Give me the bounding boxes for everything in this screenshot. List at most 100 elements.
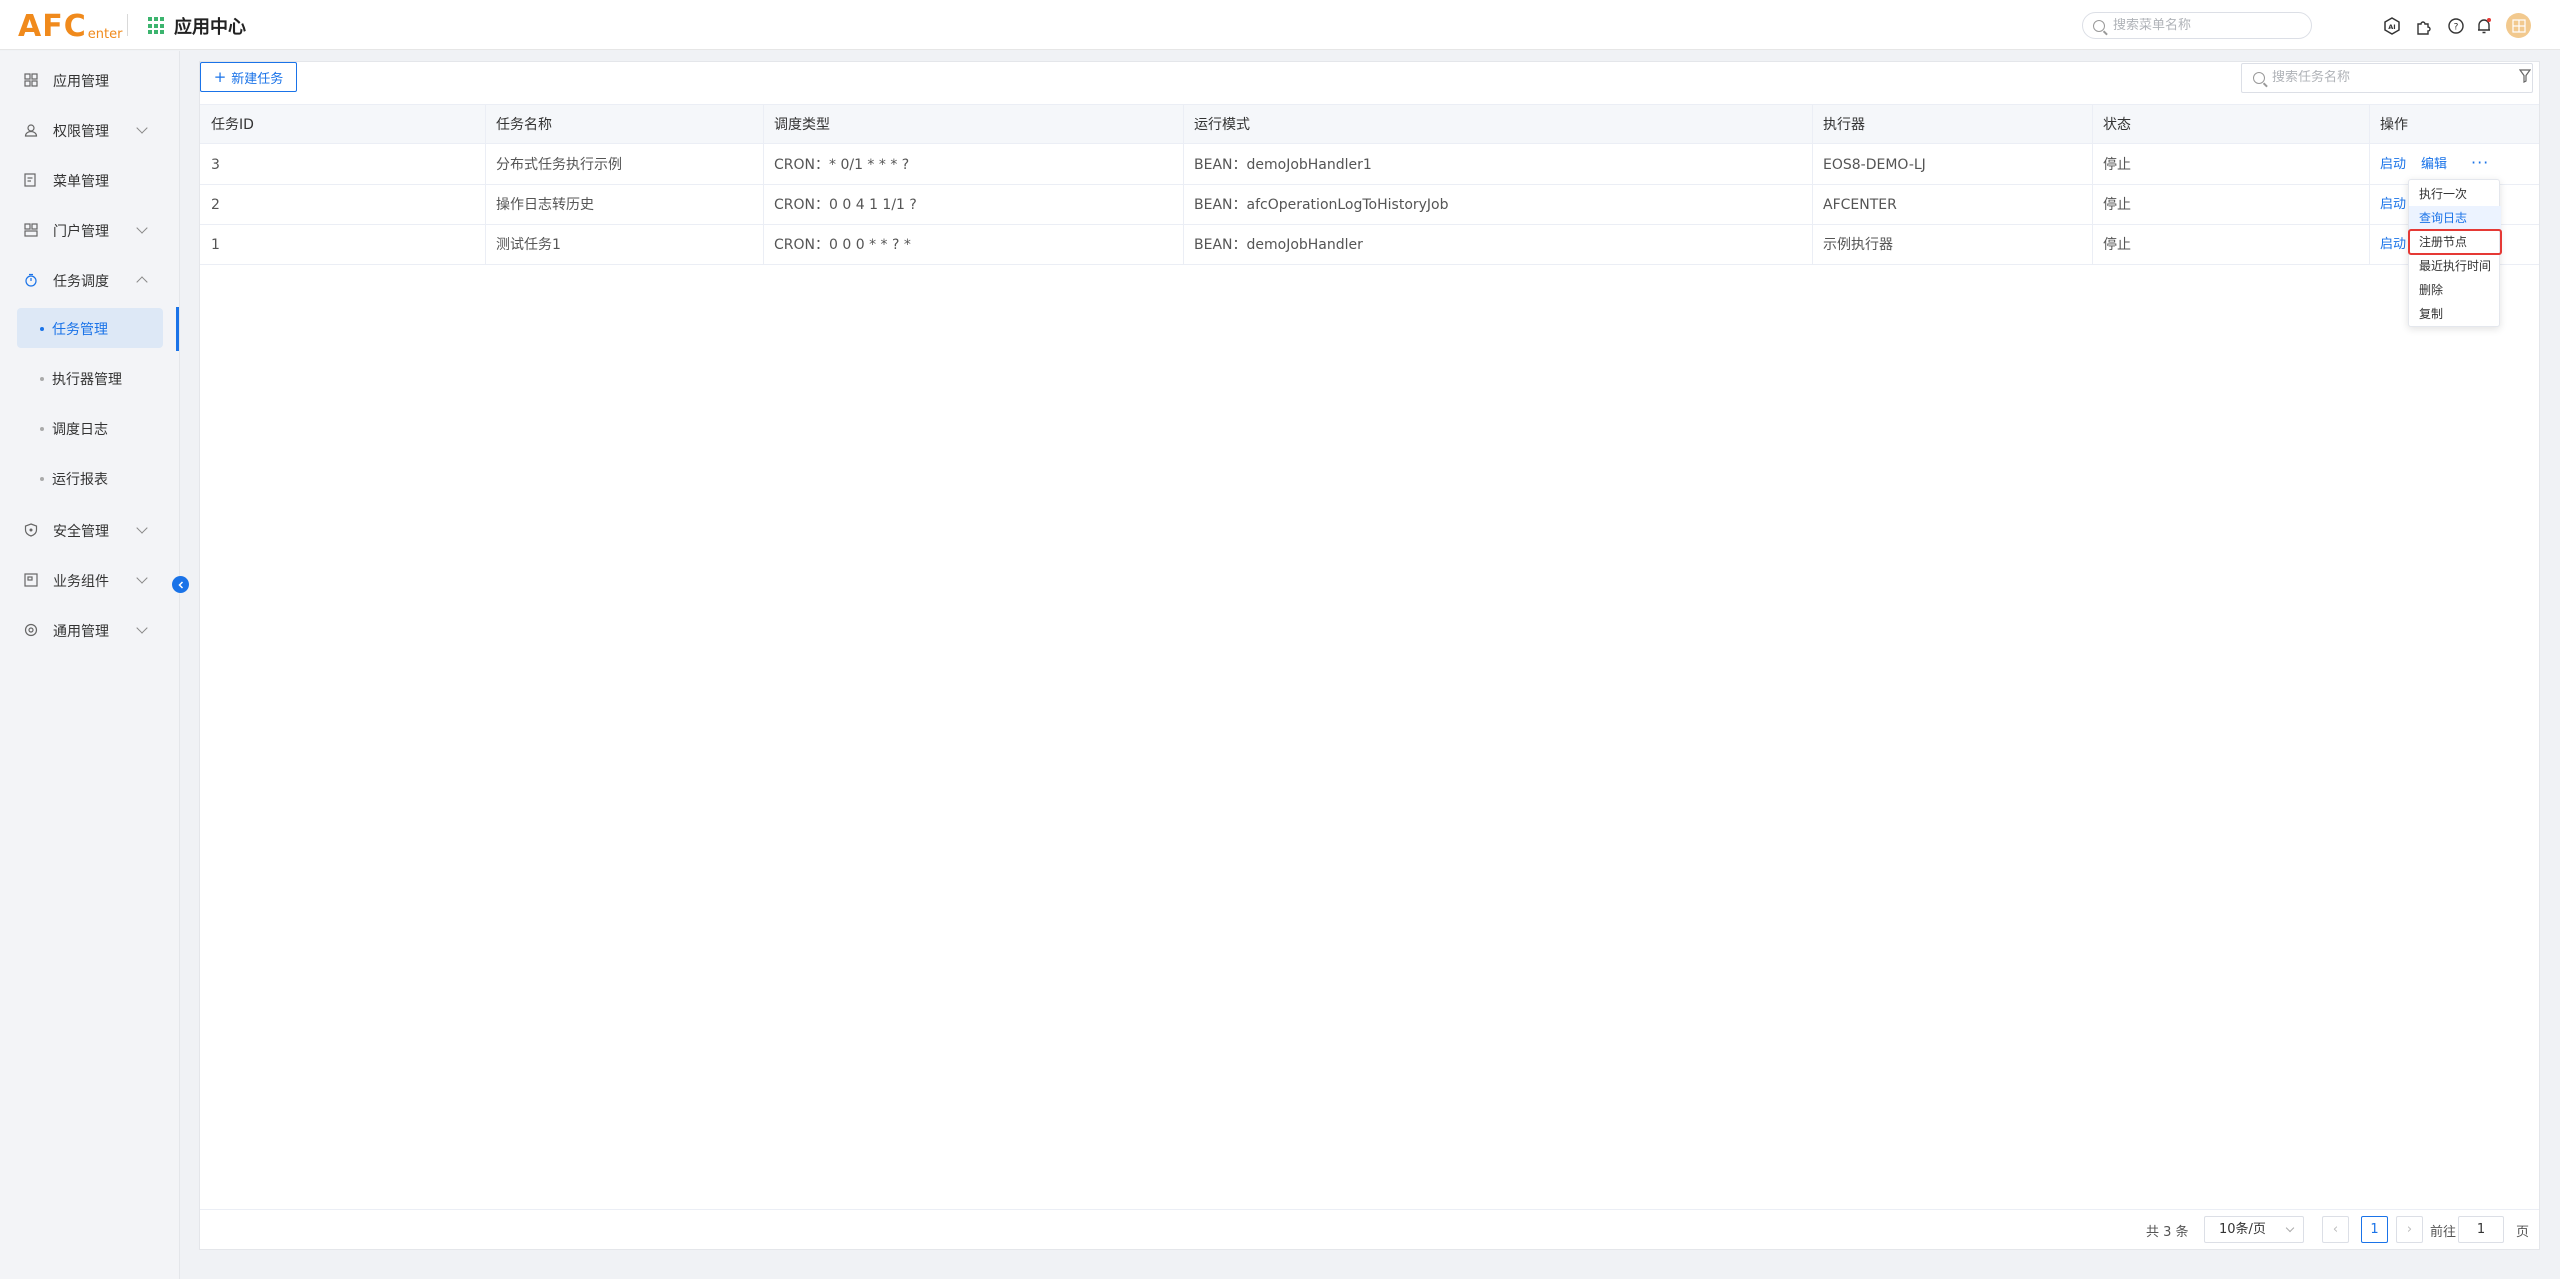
sidebar: 应用管理 权限管理 菜单管理 门户管理 任务调度 任务管理 执行器管理 调度日志… <box>0 51 180 1279</box>
start-link[interactable]: 启动 <box>2380 185 2406 225</box>
cell-task-name: 测试任务1 <box>496 237 561 253</box>
page-1-button[interactable]: 1 <box>2361 1216 2388 1243</box>
cell-task-id: 3 <box>211 157 220 173</box>
new-task-label: 新建任务 <box>231 71 284 87</box>
sidebar-item-business-component[interactable]: 业务组件 <box>0 560 180 600</box>
bullet-dot <box>40 427 44 431</box>
table-row: 2 操作日志转历史 CRON：0 0 4 1 1/1 ? BEAN：afcOpe… <box>200 185 2539 225</box>
search-icon <box>2093 20 2105 32</box>
task-search-input[interactable] <box>2272 70 2492 85</box>
menu-item-run-once[interactable]: 执行一次 <box>2409 182 2501 206</box>
sidebar-subitem-label: 运行报表 <box>52 472 108 488</box>
sidebar-item-label: 菜单管理 <box>53 174 109 190</box>
main-content: + 新建任务 任务ID 任务名称 调度类型 运行模式 执行器 状态 操作 3 分… <box>199 61 2540 1250</box>
sidebar-item-label: 任务调度 <box>53 274 109 290</box>
cell-status: 停止 <box>2103 237 2131 253</box>
sidebar-item-permission[interactable]: 权限管理 <box>0 110 180 150</box>
apps-icon <box>24 73 38 87</box>
bullet-dot <box>40 327 44 331</box>
sidebar-subitem-task-management[interactable]: 任务管理 <box>17 308 163 348</box>
sidebar-subitem-run-report[interactable]: 运行报表 <box>17 458 163 498</box>
goto-page-input[interactable] <box>2458 1216 2504 1243</box>
prev-page-button[interactable]: ‹ <box>2322 1216 2349 1243</box>
next-page-button[interactable]: › <box>2396 1216 2423 1243</box>
chevron-down-icon <box>136 622 148 634</box>
start-link[interactable]: 启动 <box>2380 145 2406 185</box>
schedule-icon <box>25 273 37 287</box>
sidebar-item-general[interactable]: 通用管理 <box>0 610 180 650</box>
sidebar-item-label: 应用管理 <box>53 74 109 90</box>
filter-icon[interactable] <box>2519 69 2531 83</box>
pagination: 共 3 条 10条/页 ‹ 1 › 前往 页 <box>200 1209 2539 1249</box>
cell-schedule-type: CRON：* 0/1 * * * ? <box>774 157 910 173</box>
sidebar-subitem-label: 任务管理 <box>52 322 108 338</box>
header-task-id: 任务ID <box>211 117 254 133</box>
menu-item-recent-exec-time[interactable]: 最近执行时间 <box>2409 254 2501 278</box>
ai-icon[interactable]: AI <box>2382 16 2402 36</box>
sidebar-item-menu-management[interactable]: 菜单管理 <box>0 160 180 200</box>
menu-item-query-log[interactable]: 查询日志 <box>2409 206 2501 230</box>
header-run-mode: 运行模式 <box>1194 117 1250 133</box>
menu-item-copy[interactable]: 复制 <box>2409 302 2501 326</box>
sidebar-item-label: 权限管理 <box>53 124 109 140</box>
cell-task-id: 1 <box>211 237 220 253</box>
component-icon <box>24 573 38 587</box>
page-size-value: 10条/页 <box>2219 1222 2266 1237</box>
header-operations: 操作 <box>2380 117 2408 133</box>
header-executor: 执行器 <box>1823 117 1865 133</box>
chevron-down-icon <box>136 522 148 534</box>
more-actions-dropdown: 执行一次 查询日志 注册节点 最近执行时间 删除 复制 <box>2408 179 2502 327</box>
menu-search-box[interactable] <box>2082 12 2312 39</box>
cell-task-name: 操作日志转历史 <box>496 197 594 213</box>
sidebar-item-label: 安全管理 <box>53 524 109 540</box>
cell-status: 停止 <box>2103 197 2131 213</box>
plugin-icon[interactable] <box>2414 16 2434 36</box>
user-icon <box>24 124 38 137</box>
page-size-select[interactable]: 10条/页 <box>2204 1216 2304 1243</box>
cell-executor: AFCENTER <box>1823 197 1897 213</box>
cell-executor: EOS8-DEMO-LJ <box>1823 157 1926 173</box>
app-title: 应用中心 <box>174 17 246 38</box>
cell-executor: 示例执行器 <box>1823 237 1893 253</box>
chevron-up-icon <box>136 276 148 288</box>
help-icon[interactable]: ? <box>2446 16 2466 36</box>
chevron-down-icon <box>136 122 148 134</box>
svg-text:?: ? <box>2454 23 2459 33</box>
user-avatar[interactable] <box>2506 13 2531 38</box>
header-task-name: 任务名称 <box>496 117 552 133</box>
logo-subtext: enter <box>87 27 123 42</box>
svg-text:AI: AI <box>2388 23 2395 31</box>
table-row: 1 测试任务1 CRON：0 0 0 * * ? * BEAN：demoJobH… <box>200 225 2539 265</box>
bell-icon[interactable] <box>2474 16 2494 36</box>
app-grid-icon[interactable] <box>148 17 166 35</box>
sidebar-subitem-schedule-log[interactable]: 调度日志 <box>17 408 163 448</box>
sidebar-item-task-scheduling[interactable]: 任务调度 <box>0 260 180 300</box>
sidebar-subitem-label: 调度日志 <box>52 422 108 438</box>
new-task-button[interactable]: + 新建任务 <box>200 62 297 92</box>
chevron-left-icon <box>177 580 183 589</box>
cell-schedule-type: CRON：0 0 0 * * ? * <box>774 237 911 253</box>
sidebar-item-app-management[interactable]: 应用管理 <box>0 60 180 100</box>
sidebar-item-portal[interactable]: 门户管理 <box>0 210 180 250</box>
portal-icon <box>24 223 38 237</box>
sidebar-item-security[interactable]: 安全管理 <box>0 510 180 550</box>
menu-item-register-node[interactable]: 注册节点 <box>2408 229 2502 255</box>
afc-logo[interactable]: AFC enter <box>18 8 122 42</box>
sidebar-item-label: 门户管理 <box>53 224 109 240</box>
sidebar-subitem-executor-management[interactable]: 执行器管理 <box>17 358 163 398</box>
task-search-box[interactable] <box>2241 63 2533 93</box>
sidebar-item-label: 业务组件 <box>53 574 109 590</box>
search-icon <box>2253 72 2265 84</box>
menu-doc-icon <box>24 173 36 187</box>
menu-item-delete[interactable]: 删除 <box>2409 278 2501 302</box>
goto-suffix: 页 <box>2516 1225 2530 1240</box>
shield-icon <box>24 523 38 537</box>
menu-search-input[interactable] <box>2113 18 2303 33</box>
collapse-sidebar-button[interactable] <box>172 576 189 593</box>
cell-status: 停止 <box>2103 157 2131 173</box>
start-link[interactable]: 启动 <box>2380 225 2406 265</box>
active-indicator <box>176 307 179 351</box>
top-header: AFC enter 应用中心 AI ? <box>0 0 2560 50</box>
header-schedule-type: 调度类型 <box>774 117 830 133</box>
chevron-down-icon <box>2285 1223 2295 1233</box>
